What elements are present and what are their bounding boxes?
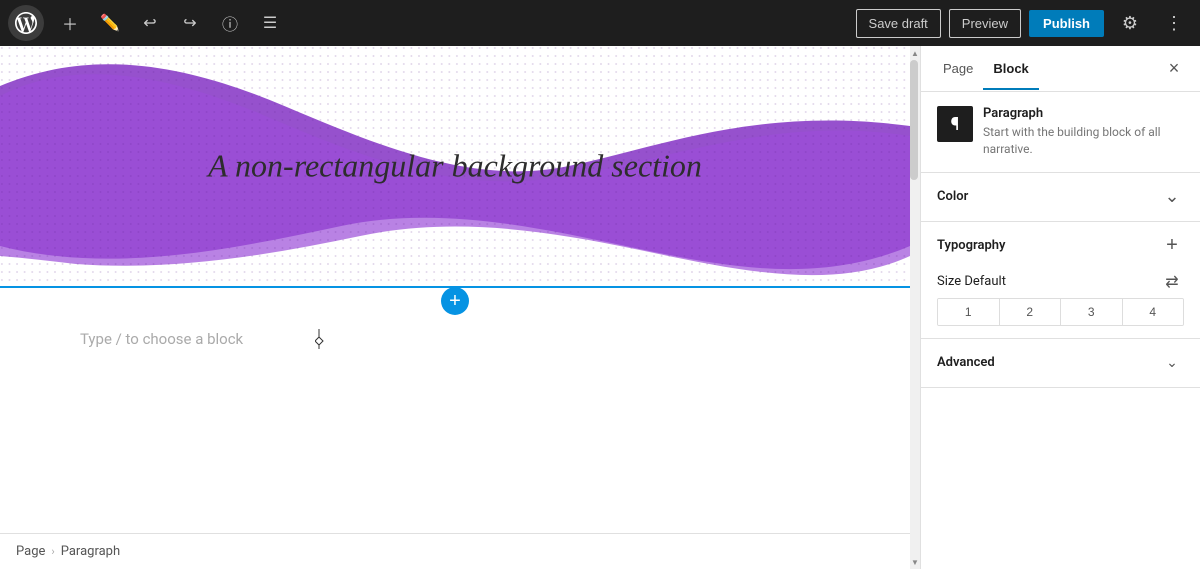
paragraph-placeholder[interactable]: Type / to choose a block (0, 314, 910, 364)
color-section-title: Color (937, 189, 968, 204)
advanced-section-title: Advanced (937, 355, 995, 370)
preview-button[interactable]: Preview (949, 9, 1021, 38)
block-info-section: ¶ Paragraph Start with the building bloc… (921, 92, 1200, 173)
canvas-area: A non-rectangular background section + T… (0, 46, 910, 569)
wave-section: A non-rectangular background section (0, 46, 910, 286)
block-info-text: Paragraph Start with the building block … (983, 106, 1184, 158)
cursor-icon (315, 329, 327, 349)
size-option-4[interactable]: 4 (1123, 299, 1184, 325)
tab-block[interactable]: Block (983, 49, 1038, 90)
list-icon: ☰ (263, 13, 277, 33)
size-option-2[interactable]: 2 (1000, 299, 1062, 325)
typography-section-header[interactable]: Typography + (921, 222, 1200, 270)
settings-icon: ⚙ (1122, 13, 1138, 34)
scrollbar-track[interactable] (910, 60, 920, 555)
color-expand-icon[interactable]: ⌄ (1160, 185, 1184, 209)
size-options: 1 2 3 4 (937, 298, 1184, 326)
add-block-button[interactable]: ＋ (52, 5, 88, 41)
undo-button[interactable]: ↩ (132, 5, 168, 41)
block-inserter-button[interactable]: + (441, 287, 469, 315)
breadcrumb-separator: › (51, 545, 54, 558)
main-toolbar: ＋ ✏️ ↩ ↪ ⓘ ☰ Save draft Preview Publish … (0, 0, 1200, 46)
info-icon: ⓘ (222, 11, 238, 35)
breadcrumb: Page › Paragraph (0, 533, 910, 569)
size-section: Size Default ⇄ 1 2 3 4 (921, 270, 1200, 338)
right-sidebar: Page Block × ¶ Paragraph Start with the … (920, 46, 1200, 569)
settings-button[interactable]: ⚙ (1112, 5, 1148, 41)
scrollbar-thumb[interactable] (910, 60, 918, 180)
placeholder-text: Type / to choose a block (80, 330, 243, 348)
size-option-3[interactable]: 3 (1061, 299, 1123, 325)
breadcrumb-paragraph[interactable]: Paragraph (61, 544, 120, 559)
advanced-expand-icon[interactable]: ⌄ (1160, 351, 1184, 375)
publish-button[interactable]: Publish (1029, 10, 1104, 37)
size-option-1[interactable]: 1 (938, 299, 1000, 325)
wp-logo-icon (15, 12, 37, 34)
scroll-down-button[interactable]: ▼ (910, 555, 920, 569)
block-info-desc: Start with the building block of all nar… (983, 124, 1184, 158)
tools-icon: ✏️ (100, 13, 120, 33)
main-layout: A non-rectangular background section + T… (0, 46, 1200, 569)
block-type-icon: ¶ (937, 106, 973, 142)
color-section: Color ⌄ (921, 173, 1200, 222)
save-draft-button[interactable]: Save draft (856, 9, 941, 38)
sidebar-close-button[interactable]: × (1160, 55, 1188, 83)
size-options-actions: Size Default ⇄ (937, 270, 1184, 294)
typography-add-icon[interactable]: + (1160, 234, 1184, 258)
redo-icon: ↪ (183, 13, 196, 33)
add-icon: ＋ (62, 11, 78, 35)
size-controls: ⇄ (1160, 270, 1184, 294)
scroll-up-button[interactable]: ▲ (910, 46, 920, 60)
toolbar-right: Save draft Preview Publish ⚙ ⋮ (856, 5, 1192, 41)
canvas-scrollbar[interactable]: ▲ ▼ (910, 46, 920, 569)
typography-section-title: Typography (937, 238, 1006, 253)
tools-button[interactable]: ✏️ (92, 5, 128, 41)
typography-section: Typography + Size Default ⇄ 1 2 3 4 (921, 222, 1200, 339)
paragraph-icon: ¶ (951, 114, 960, 135)
undo-icon: ↩ (143, 13, 156, 33)
advanced-section-header[interactable]: Advanced ⌄ (921, 339, 1200, 387)
block-info-title: Paragraph (983, 106, 1184, 121)
block-inserter-row: + (0, 286, 910, 314)
canvas-scroll[interactable]: A non-rectangular background section + T… (0, 46, 910, 533)
advanced-section: Advanced ⌄ (921, 339, 1200, 388)
wave-heading-text: A non-rectangular background section (208, 148, 702, 185)
color-section-header[interactable]: Color ⌄ (921, 173, 1200, 221)
more-options-button[interactable]: ⋮ (1156, 5, 1192, 41)
tab-page[interactable]: Page (933, 49, 983, 90)
breadcrumb-page[interactable]: Page (16, 544, 45, 559)
sidebar-tabs: Page Block × (921, 46, 1200, 92)
size-label: Size Default (937, 274, 1006, 289)
size-control-button[interactable]: ⇄ (1160, 270, 1184, 294)
redo-button[interactable]: ↪ (172, 5, 208, 41)
list-view-button[interactable]: ☰ (252, 5, 288, 41)
ellipsis-icon: ⋮ (1165, 13, 1183, 34)
block-info-button[interactable]: ⓘ (212, 5, 248, 41)
wp-logo[interactable] (8, 5, 44, 41)
